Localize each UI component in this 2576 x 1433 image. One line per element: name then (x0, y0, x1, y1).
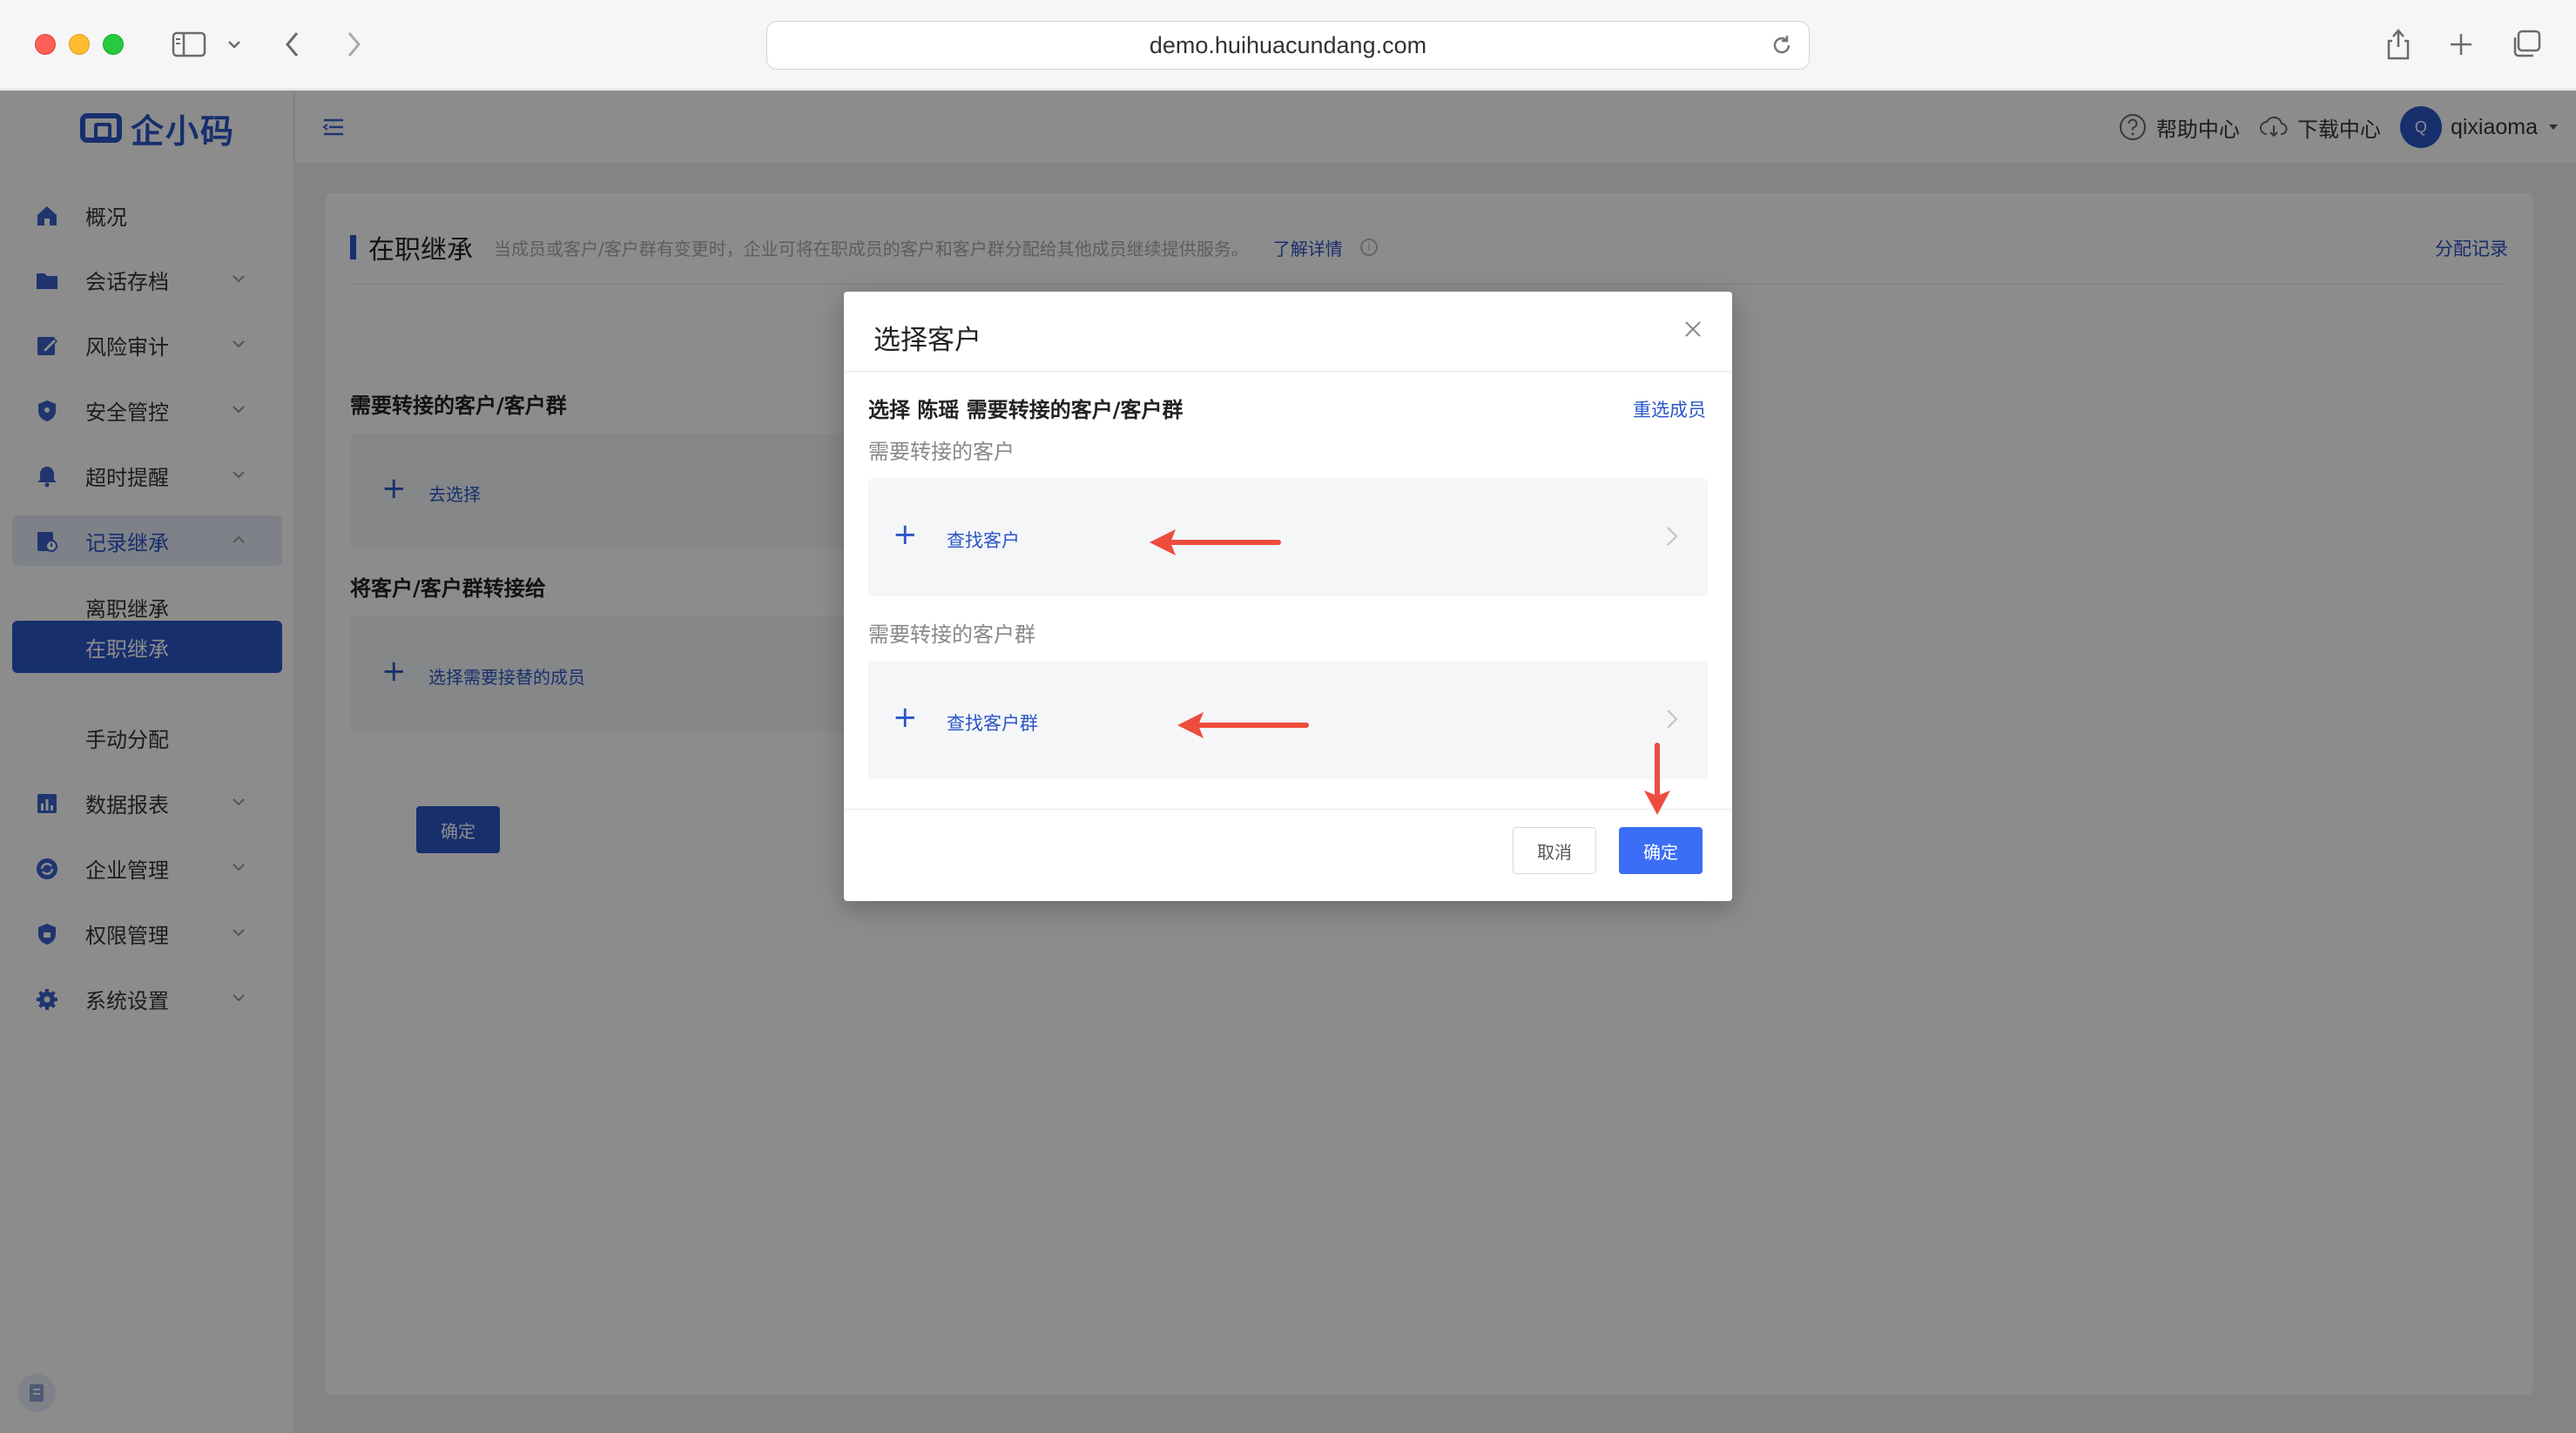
forward-icon[interactable] (338, 24, 369, 64)
groups-group-label: 需要转接的客户群 (868, 622, 1035, 647)
close-icon[interactable] (1680, 318, 1706, 344)
back-icon[interactable] (277, 24, 308, 64)
find-customers-box[interactable]: + 查找客户 (868, 478, 1708, 596)
annotation-arrow-left-icon (1177, 712, 1309, 738)
url-text: demo.huihuacundang.com (1149, 31, 1427, 58)
cancel-button[interactable]: 取消 (1513, 827, 1596, 874)
window-zoom-button[interactable] (103, 34, 124, 55)
find-groups-label: 查找客户群 (947, 713, 1038, 734)
annotation-arrow-left-icon (1150, 529, 1281, 555)
find-customers-label: 查找客户 (947, 530, 1020, 551)
reselect-member-link[interactable]: 重选成员 (1633, 396, 1706, 422)
annotation-arrow-down-icon (1644, 743, 1670, 815)
select-customer-modal: 选择客户 选择 陈瑶 需要转接的客户/客户群 重选成员 需要转接的客户 + 查找… (844, 292, 1732, 901)
plus-icon: + (893, 700, 918, 735)
window-minimize-button[interactable] (69, 34, 90, 55)
window-close-button[interactable] (35, 34, 56, 55)
customers-group-label: 需要转接的客户 (868, 440, 1015, 464)
tab-overview-icon[interactable] (2506, 24, 2545, 64)
sidebar-toggle-icon[interactable] (167, 24, 211, 64)
chevron-right-icon (1667, 527, 1678, 546)
plus-icon: + (893, 517, 918, 552)
chevron-down-icon[interactable] (221, 24, 247, 64)
new-tab-icon[interactable] (2444, 24, 2478, 64)
modal-footer: 取消 确定 (844, 809, 1732, 901)
modal-title: 选择客户 (873, 325, 981, 356)
share-icon[interactable] (2381, 24, 2416, 64)
modal-subtitle: 选择 陈瑶 需要转接的客户/客户群 (868, 398, 1183, 422)
confirm-button[interactable]: 确定 (1619, 827, 1703, 874)
address-bar[interactable]: demo.huihuacundang.com (766, 21, 1810, 70)
reload-icon[interactable] (1770, 34, 1793, 63)
modal-header: 选择客户 (844, 292, 1732, 372)
browser-chrome: demo.huihuacundang.com (0, 0, 2576, 90)
chevron-right-icon (1667, 710, 1678, 729)
